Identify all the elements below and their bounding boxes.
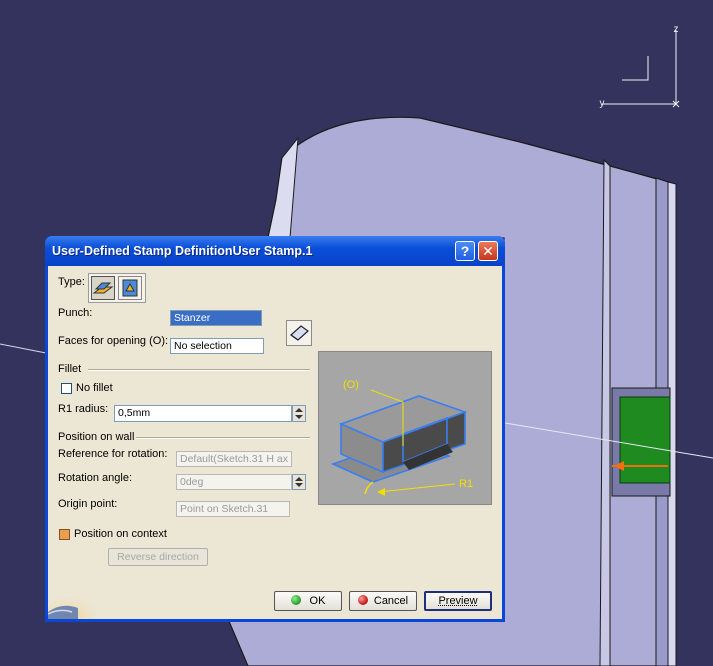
- fillet-separator: [88, 369, 310, 371]
- dialog-titlebar[interactable]: User-Defined Stamp DefinitionUser Stamp.…: [45, 236, 505, 266]
- preview-button[interactable]: Preview: [424, 591, 492, 611]
- rotation-angle-label: Rotation angle:: [58, 472, 132, 484]
- rotation-angle-input[interactable]: 0deg: [176, 474, 292, 490]
- fillet-section-label: Fillet: [58, 363, 82, 375]
- cancel-button[interactable]: Cancel: [349, 591, 417, 611]
- r1-radius-spinner[interactable]: [292, 405, 306, 422]
- type-option-surface-button[interactable]: [91, 276, 115, 300]
- origin-point-field[interactable]: Point on Sketch.31: [176, 501, 290, 517]
- ok-button[interactable]: OK: [274, 591, 342, 611]
- no-fillet-checkbox[interactable]: [61, 383, 72, 394]
- r1-radius-input[interactable]: 0,5mm: [114, 405, 292, 422]
- reference-rotation-field[interactable]: Default(Sketch.31 H ax: [176, 451, 292, 467]
- position-on-context-label: Position on context: [74, 528, 167, 540]
- punch-field[interactable]: Stanzer: [170, 310, 262, 326]
- dialog-title: User-Defined Stamp DefinitionUser Stamp.…: [52, 244, 313, 258]
- stamp-diagram: (O) R1: [330, 379, 473, 496]
- reference-rotation-label: Reference for rotation:: [58, 448, 168, 460]
- position-section-label: Position on wall: [58, 431, 135, 443]
- catia-logo-corner: [48, 596, 96, 619]
- r1-radius-label: R1 radius:: [58, 403, 109, 415]
- stamp-preview-image: (O) R1: [318, 351, 492, 505]
- help-button[interactable]: ?: [455, 241, 475, 261]
- stamp-definition-dialog: User-Defined Stamp DefinitionUser Stamp.…: [45, 236, 505, 622]
- stamp-feature-preview[interactable]: [619, 396, 671, 484]
- position-on-context-checkbox[interactable]: [59, 529, 70, 540]
- faces-label: Faces for opening (O):: [58, 335, 169, 347]
- ok-icon: [290, 595, 301, 605]
- type-option-upward-button[interactable]: [118, 276, 142, 300]
- origin-point-label: Origin point:: [58, 498, 118, 510]
- y-axis-label: y: [600, 98, 605, 109]
- rotation-angle-spinner[interactable]: [292, 474, 306, 490]
- faces-field[interactable]: No selection: [170, 338, 264, 354]
- eraser-icon: [290, 325, 309, 341]
- type-label: Type:: [58, 276, 85, 288]
- punch-label: Punch:: [58, 307, 93, 319]
- close-button[interactable]: ✕: [478, 241, 498, 261]
- ok-label: OK: [309, 595, 326, 607]
- z-axis-label: z: [674, 24, 679, 35]
- cancel-icon: [357, 595, 368, 605]
- upward-stamp-icon: [122, 279, 138, 297]
- cancel-label: Cancel: [373, 595, 409, 607]
- preview-radius-label: R1: [459, 478, 473, 490]
- reverse-direction-button[interactable]: Reverse direction: [108, 548, 208, 566]
- preview-opening-label: (O): [343, 379, 359, 391]
- type-selector: [88, 273, 146, 303]
- surface-stamp-icon: [92, 282, 114, 294]
- dialog-body: Type: Punch: Stanzer Faces for opening (…: [48, 266, 502, 619]
- no-fillet-label: No fillet: [76, 382, 113, 394]
- faces-selection-button[interactable]: [286, 320, 312, 346]
- position-separator: [136, 437, 310, 439]
- preview-label: Preview: [438, 595, 478, 607]
